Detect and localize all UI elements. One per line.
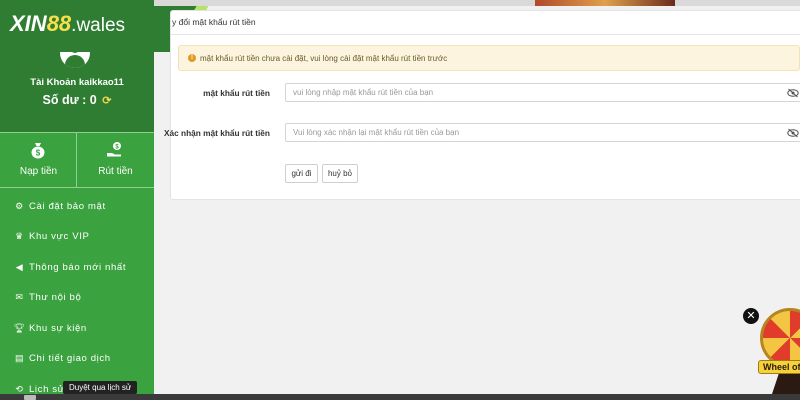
sidebar: Tài Khoản kaikkao11 Số dư : 0 ⟳ $ Nạp ti… xyxy=(0,0,154,400)
wallet-actions: $ Nạp tiền $ Rút tiền xyxy=(0,132,154,188)
confirm-password-input[interactable] xyxy=(285,123,800,142)
eye-slash-icon[interactable] xyxy=(787,128,799,138)
sidebar-item-events[interactable]: 🏆︎ Khu sự kiện xyxy=(0,313,154,344)
sidebar-item-label: Thông báo mới nhất xyxy=(29,261,127,273)
fortune-wheel-icon[interactable] xyxy=(760,308,800,368)
withdraw-button[interactable]: $ Rút tiền xyxy=(77,133,154,188)
sidebar-item-security[interactable]: ⚙ Cài đặt bảo mật xyxy=(0,191,154,222)
logo-domain: .wales xyxy=(71,15,126,36)
tooltip: Duyệt qua lịch sử xyxy=(63,381,138,394)
sidebar-item-vip[interactable]: ♛ Khu vực VIP xyxy=(0,222,154,253)
sidebar-item-label: Cài đặt bảo mật xyxy=(29,200,106,212)
balance-label: Số dư : 0 xyxy=(42,93,97,107)
sidebar-item-label: Thư nội bộ xyxy=(29,292,82,304)
withdraw-label: Rút tiền xyxy=(98,166,133,177)
sidebar-item-notifications[interactable]: ◀ Thông báo mới nhất xyxy=(0,252,154,283)
logo-xin: XIN xyxy=(10,11,47,36)
withdraw-password-input[interactable] xyxy=(285,83,800,102)
top-banner xyxy=(154,0,800,6)
sidebar-menu: ⚙ Cài đặt bảo mật ♛ Khu vực VIP ◀ Thông … xyxy=(0,191,154,400)
eye-slash-icon[interactable] xyxy=(787,88,799,98)
envelope-icon: ✉ xyxy=(15,292,24,303)
close-icon[interactable]: ✕ xyxy=(743,308,759,324)
horizontal-scrollbar[interactable] xyxy=(0,394,800,400)
page-title: y đổi mật khẩu rút tiền xyxy=(172,17,256,27)
submit-button[interactable]: gửi đi xyxy=(285,164,318,183)
brand-logo[interactable]: XIN88.wales xyxy=(10,11,125,37)
scrollbar-thumb[interactable] xyxy=(24,395,36,400)
logo-88: 88 xyxy=(46,11,72,36)
deposit-button[interactable]: $ Nạp tiền xyxy=(0,133,77,188)
banner-art xyxy=(535,0,675,6)
divider xyxy=(170,34,800,35)
sidebar-item-inbox[interactable]: ✉ Thư nội bộ xyxy=(0,283,154,314)
account-name: Tài Khoản kaikkao11 xyxy=(30,77,124,88)
warning-alert: ! mật khẩu rút tiền chưa cài đặt, vui lò… xyxy=(178,45,800,71)
refresh-icon[interactable]: ⟳ xyxy=(102,95,111,107)
svg-text:$: $ xyxy=(36,149,41,158)
sidebar-item-label: Khu vực VIP xyxy=(29,231,90,243)
info-icon: ! xyxy=(188,54,196,62)
megaphone-icon: ◀ xyxy=(15,261,24,272)
password-label: mật khẩu rút tiền xyxy=(203,88,270,98)
money-bag-icon: $ xyxy=(31,143,45,159)
trophy-icon: 🏆︎ xyxy=(13,322,26,333)
confirm-password-label: Xác nhận mật khẩu rút tiền xyxy=(163,128,270,138)
crown-icon: ♛ xyxy=(15,231,24,242)
user-gear-icon: ⚙ xyxy=(15,200,24,211)
deposit-label: Nạp tiền xyxy=(19,166,58,177)
sidebar-item-transactions[interactable]: ▤ Chi tiết giao dịch xyxy=(0,344,154,375)
wheel-label[interactable]: Wheel of xyxy=(758,360,800,374)
cancel-button[interactable]: huỷ bỏ xyxy=(322,164,358,183)
alert-text: mật khẩu rút tiền chưa cài đặt, vui lòng… xyxy=(200,53,448,63)
sidebar-item-label: Chi tiết giao dịch xyxy=(29,353,111,365)
clipboard-icon: ▤ xyxy=(14,353,25,364)
sidebar-item-label: Khu sự kiện xyxy=(29,322,87,334)
password-panel xyxy=(170,10,800,200)
balance-display: Số dư : 0 ⟳ xyxy=(0,93,154,107)
hand-money-icon: $ xyxy=(107,142,121,157)
